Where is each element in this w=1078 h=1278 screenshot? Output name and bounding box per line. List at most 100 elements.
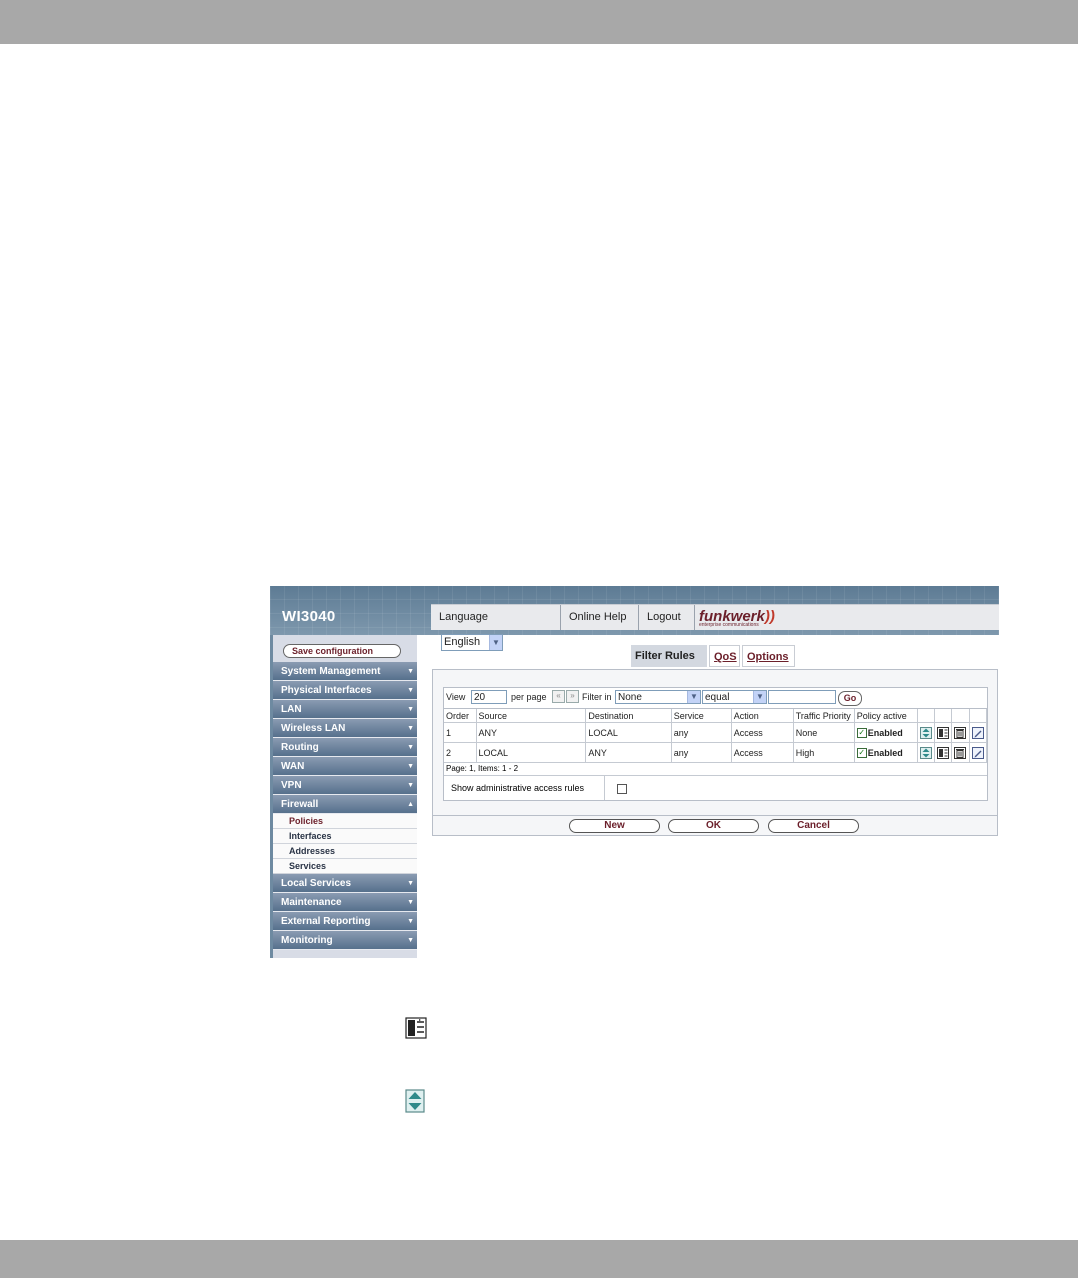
insert-row-icon [937,726,950,739]
sidebar-item-system-management[interactable]: System Management ▼ [273,662,417,681]
sidebar-item-physical-interfaces[interactable]: Physical Interfaces ▼ [273,681,417,700]
chevron-down-icon: ▼ [407,937,414,944]
chevron-down-icon: ▼ [753,691,766,703]
insert-rule-button[interactable] [934,722,953,743]
chevron-down-icon: ▼ [407,918,414,925]
policy-active-label: Enabled [867,747,903,758]
sidebar-item-local-services[interactable]: Local Services ▼ [273,874,417,893]
logo-waves-icon: )) [764,608,775,625]
chevron-down-icon: ▼ [407,880,414,887]
policy-active-checkbox[interactable]: ✓ [856,727,867,738]
sidebar-item-label: System Management [281,666,381,677]
filter-in-label: Filter in [582,692,612,702]
delete-rule-button[interactable] [951,742,970,763]
sidebar-subitem-policies[interactable]: Policies [273,814,417,829]
sidebar-item-label: External Reporting [281,916,371,927]
sidebar-item-maintenance[interactable]: Maintenance ▼ [273,893,417,912]
tab-options[interactable]: Options [742,645,795,667]
page-top-bar [0,0,1078,44]
chevron-down-icon: ▼ [407,706,414,713]
sidebar-item-label: Local Services [281,878,352,889]
rules-table: Order Source Destination Service Action … [444,709,988,763]
filter-value-input[interactable] [768,690,836,704]
new-button[interactable]: New [569,819,660,833]
sidebar-subitem-interfaces[interactable]: Interfaces [273,829,417,844]
edit-rule-button[interactable] [969,742,988,763]
cancel-button[interactable]: Cancel [768,819,859,833]
cell-destination: ANY [585,742,672,763]
cell-order: 2 [444,742,477,763]
save-configuration-button[interactable]: Save configuration [283,644,401,658]
sidebar-item-label: VPN [281,780,302,791]
policy-active-checkbox[interactable]: ✓ [856,747,867,758]
cell-service: any [671,722,732,743]
prev-page-button[interactable]: « [552,690,565,703]
view-count-input[interactable]: 20 [471,690,507,704]
edit-pencil-icon [971,726,984,739]
tab-filter-rules[interactable]: Filter Rules [631,645,707,667]
column-header-source[interactable]: Source [476,709,587,723]
sidebar-item-monitoring[interactable]: Monitoring ▼ [273,931,417,950]
move-updown-icon [405,1089,425,1113]
language-select[interactable]: English ▼ [441,633,503,651]
sidebar-item-vpn[interactable]: VPN ▼ [273,776,417,795]
sidebar-subitem-addresses[interactable]: Addresses [273,844,417,859]
column-header-service[interactable]: Service [671,709,732,723]
move-updown-icon [919,726,932,739]
ok-button[interactable]: OK [668,819,759,833]
sidebar-subitem-services[interactable]: Services [273,859,417,874]
sidebar-item-lan[interactable]: LAN ▼ [273,700,417,719]
list-toolbar: View 20 per page « » Filter in None ▼ equ… [444,688,987,709]
column-header-destination[interactable]: Destination [585,709,672,723]
sidebar-item-label: Maintenance [281,897,342,908]
chevron-down-icon: ▼ [407,668,414,675]
language-segment: Language English ▼ [431,605,561,651]
go-button[interactable]: Go [838,691,862,706]
cell-destination: LOCAL [585,722,672,743]
column-header-action[interactable]: Action [731,709,794,723]
chevron-down-icon: ▼ [687,691,700,703]
insert-row-icon [405,1017,427,1039]
sidebar-item-routing[interactable]: Routing ▼ [273,738,417,757]
content-panel: View 20 per page « » Filter in None ▼ equ… [432,669,998,836]
next-page-button[interactable]: » [566,690,579,703]
table-header-row: Order Source Destination Service Action … [444,709,988,723]
column-header-policy-active[interactable]: Policy active [854,709,918,723]
insert-rule-button[interactable] [934,742,953,763]
sidebar-item-label: Routing [281,742,319,753]
tab-qos[interactable]: QoS [709,645,740,667]
filter-field-select[interactable]: None ▼ [615,690,701,704]
per-page-label: per page [511,692,547,702]
chevron-down-icon: ▼ [489,634,502,650]
sidebar-item-wan[interactable]: WAN ▼ [273,757,417,776]
policy-active-label: Enabled [867,727,903,738]
cell-order: 1 [444,722,477,743]
column-header-delete [951,709,970,723]
chevron-down-icon: ▼ [407,763,414,770]
cell-service: any [671,742,732,763]
router-ui-screenshot: WI3040 Language English ▼ Online Help Lo… [270,586,999,958]
insert-row-icon [937,746,950,759]
move-rule-button[interactable] [917,742,936,763]
sidebar-item-wireless-lan[interactable]: Wireless LAN ▼ [273,719,417,738]
delete-rule-button[interactable] [951,722,970,743]
admin-rules-checkbox[interactable] [617,784,627,794]
column-header-order[interactable]: Order [444,709,477,723]
column-header-insert [934,709,953,723]
sidebar-item-external-reporting[interactable]: External Reporting ▼ [273,912,417,931]
filter-operator-select[interactable]: equal ▼ [702,690,767,704]
cell-action: Access [731,742,794,763]
move-rule-button[interactable] [917,722,936,743]
logout-link[interactable]: Logout [639,605,695,630]
sidebar-menu: System Management ▼ Physical Interfaces ▼ … [273,662,417,950]
page-bottom-bar [0,1240,1078,1278]
view-label: View [446,692,466,702]
filter-field-value: None [618,692,642,703]
cell-priority: High [793,742,855,763]
sidebar-item-firewall[interactable]: Firewall ▲ [273,795,417,814]
chevron-down-icon: ▼ [407,899,414,906]
column-header-traffic-priority[interactable]: Traffic Priority [793,709,855,723]
edit-rule-button[interactable] [969,722,988,743]
cell-action: Access [731,722,794,743]
online-help-link[interactable]: Online Help [561,605,639,630]
